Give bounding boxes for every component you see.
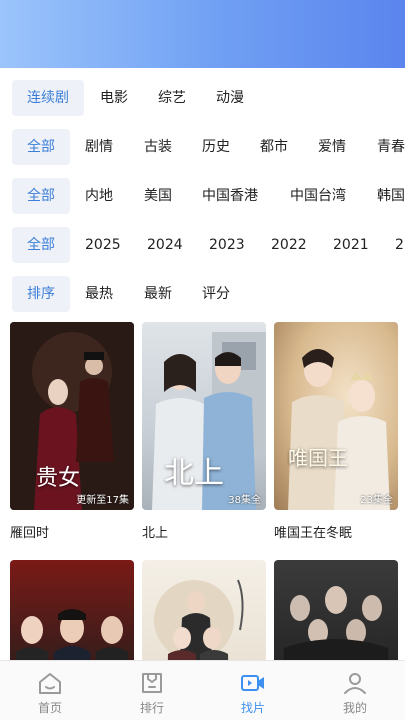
poster-art-text: 贵女: [36, 466, 81, 491]
sort-rating[interactable]: 评分: [202, 276, 230, 312]
bottom-nav: 首页 排行 找片 我的: [0, 660, 405, 720]
sort-filter-row: 排序 最热 最新 评分: [0, 276, 405, 312]
episode-badge: 更新至17集: [76, 495, 129, 506]
region-filter-row: 全部 内地 美国 中国香港 中国台湾 韩国: [0, 178, 405, 214]
genre-urban[interactable]: 都市: [260, 129, 288, 165]
year-2021[interactable]: 2021: [333, 227, 369, 263]
video-camera-icon: [241, 675, 264, 691]
category-tabs: 连续剧 电影 综艺 动漫: [0, 80, 405, 116]
year-cut-off[interactable]: 2: [395, 227, 404, 263]
poster-title: 北上: [142, 526, 169, 541]
region-mainland[interactable]: 内地: [85, 178, 113, 214]
genre-costume[interactable]: 古装: [144, 129, 172, 165]
sort-newest[interactable]: 最新: [144, 276, 172, 312]
home-icon: [39, 673, 61, 694]
tab-anime[interactable]: 动漫: [216, 80, 244, 116]
poster-title: 雁回时: [10, 526, 50, 541]
genre-filter-row: 全部 剧情 古装 历史 都市 爱情 青春: [0, 129, 405, 165]
sort-hottest[interactable]: 最热: [85, 276, 113, 312]
poster-figures: [288, 349, 390, 510]
region-all[interactable]: 全部: [12, 178, 70, 214]
year-2022[interactable]: 2022: [271, 227, 307, 263]
year-2025[interactable]: 2025: [85, 227, 121, 263]
genre-youth[interactable]: 青春: [377, 129, 405, 165]
tab-movie[interactable]: 电影: [100, 80, 128, 116]
nav-ranking[interactable]: 排行: [112, 661, 192, 720]
region-korea[interactable]: 韩国: [377, 178, 405, 214]
poster-art-text: 唯国王: [288, 446, 348, 470]
nav-mine-label: 我的: [342, 701, 367, 715]
person-icon: [344, 673, 366, 694]
year-all[interactable]: 全部: [12, 227, 70, 263]
nav-find-videos[interactable]: 找片: [213, 661, 293, 720]
genre-history[interactable]: 历史: [202, 129, 230, 165]
genre-all[interactable]: 全部: [12, 129, 70, 165]
year-2023[interactable]: 2023: [209, 227, 245, 263]
nav-home-label: 首页: [37, 701, 62, 715]
tab-variety[interactable]: 综艺: [158, 80, 186, 116]
poster-image[interactable]: 北上 38集全: [142, 322, 266, 510]
episode-badge: 38集全: [228, 495, 261, 506]
region-taiwan[interactable]: 中国台湾: [290, 178, 346, 214]
region-usa[interactable]: 美国: [144, 178, 172, 214]
sort-label[interactable]: 排序: [12, 276, 70, 312]
nav-mine[interactable]: 我的: [315, 661, 395, 720]
genre-romance[interactable]: 爱情: [318, 129, 346, 165]
nav-home[interactable]: 首页: [10, 661, 90, 720]
ranking-icon: [142, 673, 162, 693]
tab-series[interactable]: 连续剧: [12, 80, 84, 116]
region-hong-kong[interactable]: 中国香港: [202, 178, 258, 214]
genre-drama[interactable]: 剧情: [85, 129, 113, 165]
find-videos-page: 连续剧 电影 综艺 动漫 全部 剧情 古装 历史 都市 爱情 青春 全部 内地 …: [0, 0, 405, 720]
nav-ranking-label: 排行: [139, 701, 164, 715]
episode-badge: 23集全: [360, 495, 393, 506]
poster-image[interactable]: 唯国王 23集全: [274, 322, 398, 510]
poster-image[interactable]: 贵女 更新至17集: [10, 322, 134, 510]
nav-find-videos-label: 找片: [240, 701, 265, 715]
year-2024[interactable]: 2024: [147, 227, 183, 263]
top-header: [0, 0, 405, 68]
poster-art-text: 北上: [164, 456, 224, 491]
year-filter-row: 全部 2025 2024 2023 2022 2021 2: [0, 227, 405, 263]
poster-title: 唯国王在冬眠: [274, 526, 353, 541]
